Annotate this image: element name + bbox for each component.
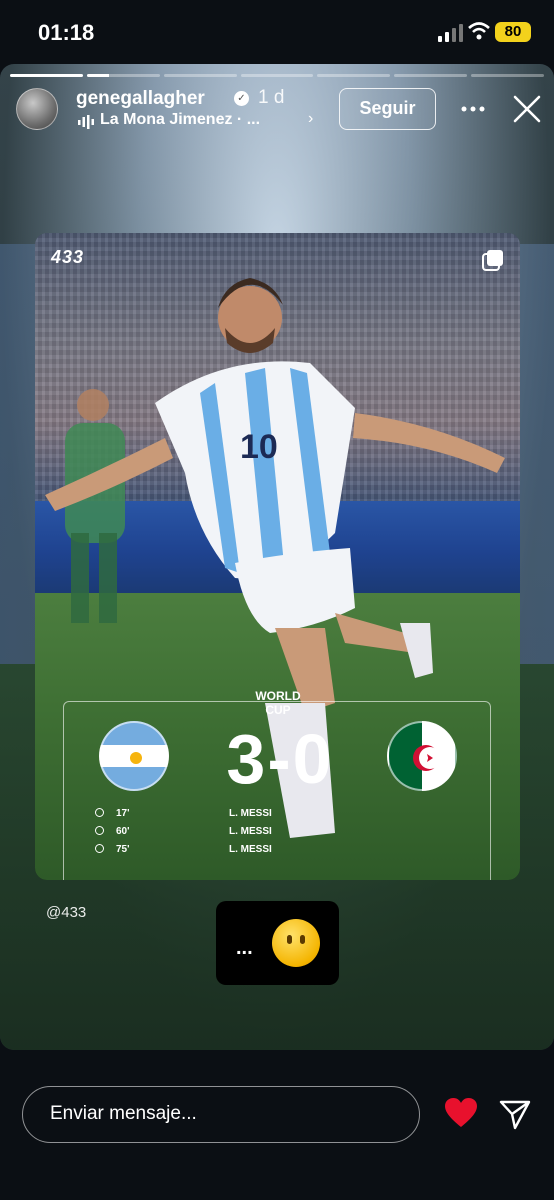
goal-minute: 17'	[116, 808, 130, 819]
progress-segment	[471, 74, 545, 77]
goal-entry: 75' L. MESSI	[95, 844, 272, 855]
goal-scorer: L. MESSI	[229, 844, 272, 855]
goal-entry: 17' L. MESSI	[95, 808, 272, 819]
football-icon	[95, 826, 104, 835]
username[interactable]: genegallagher	[76, 88, 205, 110]
story-header: genegallagher ✓ 1 d La Mona Jimenez · ..…	[0, 86, 554, 138]
progress-segment	[163, 74, 237, 77]
status-bar: 01:18 80	[0, 0, 554, 64]
avatar[interactable]	[16, 88, 58, 130]
progress-segment	[317, 74, 391, 77]
reaction-sticker: ...	[216, 901, 339, 985]
match-score: 3-0	[226, 720, 334, 798]
follow-button[interactable]: Seguir	[339, 88, 436, 130]
goal-scorer: L. MESSI	[229, 808, 272, 819]
verified-badge-icon: ✓	[234, 91, 249, 106]
progress-segment	[240, 74, 314, 77]
message-input[interactable]: Enviar mensaje...	[22, 1086, 420, 1143]
clock: 01:18	[38, 20, 95, 45]
goal-scorer: L. MESSI	[229, 826, 272, 837]
goal-entry: 60' L. MESSI	[95, 826, 272, 837]
brand-logo: 433	[51, 247, 85, 267]
send-icon[interactable]	[498, 1097, 532, 1131]
chevron-right-icon[interactable]: ›	[308, 110, 313, 128]
heart-icon[interactable]	[444, 1097, 478, 1129]
svg-text:10: 10	[240, 428, 278, 466]
argentina-flag-icon	[99, 721, 169, 791]
face-without-mouth-emoji-icon	[272, 919, 320, 967]
more-options-icon[interactable]	[460, 96, 486, 122]
wifi-icon	[468, 22, 490, 40]
close-icon[interactable]	[512, 94, 542, 124]
progress-segment	[10, 74, 83, 77]
story-progress-bar	[10, 74, 545, 77]
competition-label: WORLD CUP	[255, 689, 301, 717]
multiple-posts-icon	[482, 250, 503, 271]
post-author-handle[interactable]: @433	[46, 904, 86, 921]
reaction-text: ...	[236, 937, 253, 959]
progress-segment	[394, 74, 468, 77]
football-icon	[95, 844, 104, 853]
goal-minute: 75'	[116, 844, 130, 855]
battery-indicator: 80	[495, 22, 531, 42]
shared-post-image[interactable]: 10 433 WORLD CUP 3-0 17' L. MESSI 60' L.…	[35, 233, 520, 880]
music-title[interactable]: La Mona Jimenez · ...	[100, 111, 260, 129]
football-icon	[95, 808, 104, 817]
story-viewer[interactable]: genegallagher ✓ 1 d La Mona Jimenez · ..…	[0, 64, 554, 1050]
progress-segment	[86, 74, 160, 77]
goal-minute: 60'	[116, 826, 130, 837]
cellular-signal-icon	[438, 24, 463, 42]
post-age: 1 d	[258, 87, 285, 108]
algeria-flag-icon	[387, 721, 457, 791]
music-bars-icon	[78, 115, 94, 129]
